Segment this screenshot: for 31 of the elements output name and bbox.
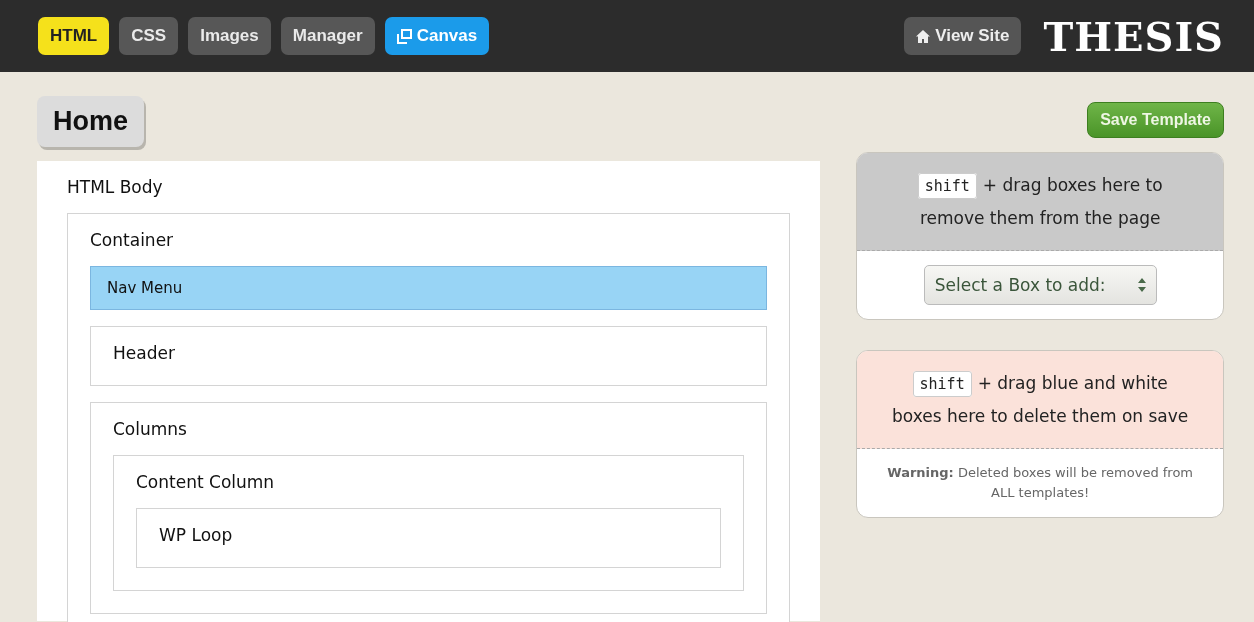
box-label: HTML Body (67, 177, 164, 197)
box-select[interactable]: Select a Box to add: (923, 265, 1157, 305)
home-icon (916, 29, 931, 43)
box-label: Columns (113, 419, 188, 439)
box-label: Container (90, 230, 175, 250)
template-box[interactable]: Header (90, 326, 768, 386)
template-box[interactable]: Nav Menu (90, 266, 768, 310)
nav-tab[interactable]: CSS (119, 17, 179, 55)
warning-text: Warning: Deleted boxes will be removed from ALL templates! (886, 464, 1195, 502)
box-label: WP Loop (159, 525, 234, 545)
shift-key: shift (917, 173, 977, 199)
template-box[interactable]: Columns Content Column WP Loop (90, 402, 768, 614)
windows-icon (396, 28, 412, 44)
template-box[interactable]: Container Nav Menu Header Columns Content Column WP Loop (67, 213, 791, 622)
template-box[interactable]: WP Loop (136, 508, 722, 568)
nav-tab[interactable]: HTML (38, 17, 110, 55)
nav-tab[interactable]: Manager (280, 17, 375, 55)
nav-tab[interactable]: Images (188, 17, 271, 55)
instruction-text: + drag boxes here to (982, 175, 1163, 195)
instruction-text: boxes here to delete them on save (892, 405, 1189, 428)
logo: THESIS (1043, 12, 1224, 60)
instruction-text: + drag blue and white (977, 373, 1168, 393)
box-label: Header (113, 343, 176, 363)
view-site-button[interactable]: View Site (904, 17, 1022, 55)
template-box[interactable]: Content Column WP Loop (113, 455, 745, 591)
select-arrows-icon (1137, 278, 1146, 292)
shift-key: shift (912, 371, 972, 397)
box-label: Content Column (136, 472, 276, 492)
page-title: Home (37, 96, 144, 147)
box-label: Nav Menu (107, 279, 184, 297)
instruction-text: remove them from the page (919, 207, 1161, 230)
